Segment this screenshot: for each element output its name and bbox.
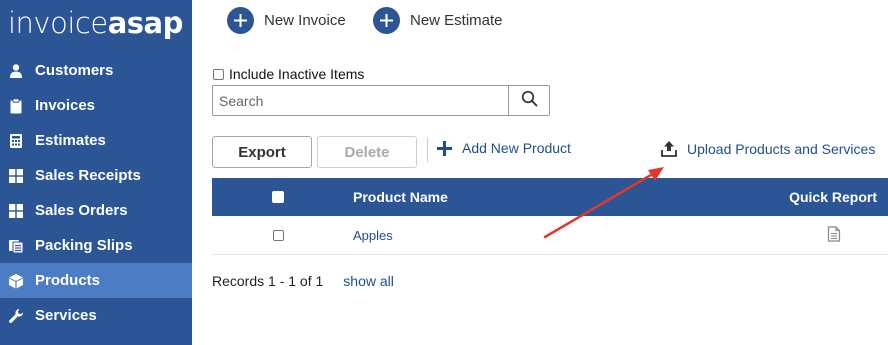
sidebar-item-label: Sales Receipts <box>35 167 141 184</box>
search-input[interactable] <box>213 86 508 115</box>
pagination: Records 1 - 1 of 1 show all <box>212 273 394 289</box>
upload-products-label: Upload Products and Services <box>687 140 876 157</box>
sidebar-item-label: Products <box>35 272 101 289</box>
sidebar-item-estimates[interactable]: Estimates <box>0 123 192 158</box>
include-inactive-checkbox[interactable] <box>213 68 224 80</box>
sidebar-item-packing-slips[interactable]: Packing Slips <box>0 228 192 263</box>
sidebar-item-label: Sales Orders <box>35 202 128 219</box>
row-checkbox-box <box>273 230 284 241</box>
grid-icon <box>8 168 24 184</box>
sidebar-item-sales-receipts[interactable]: Sales Receipts <box>0 158 192 193</box>
toolbar-divider <box>427 138 428 162</box>
app-logo[interactable]: invoiceasap <box>8 6 183 40</box>
sidebar-item-products[interactable]: Products <box>0 263 192 298</box>
column-header-quick-report: Quick Report <box>789 189 877 205</box>
include-inactive-toggle[interactable]: Include Inactive Items <box>213 66 364 82</box>
clipboard-icon <box>8 97 24 114</box>
quick-report-button[interactable] <box>827 216 841 255</box>
wrench-icon <box>8 308 24 324</box>
plus-icon <box>437 140 452 156</box>
include-inactive-label: Include Inactive Items <box>229 66 365 82</box>
sidebar-item-label: Customers <box>35 62 114 79</box>
sidebar: invoiceasap Customers Invoices Estimates… <box>0 0 192 345</box>
product-name-link[interactable]: Apples <box>353 216 393 255</box>
upload-products-button[interactable]: Upload Products and Services <box>661 140 875 157</box>
sidebar-item-label: Invoices <box>35 97 96 114</box>
logo-bold-text: asap <box>107 6 184 40</box>
delete-button[interactable]: Delete <box>317 136 417 168</box>
new-estimate-button[interactable]: New Estimate <box>373 6 503 34</box>
sidebar-item-sales-orders[interactable]: Sales Orders <box>0 193 192 228</box>
select-all-checkbox[interactable] <box>272 178 284 216</box>
packing-icon <box>8 238 24 254</box>
document-icon <box>827 226 841 245</box>
column-header-product-name[interactable]: Product Name <box>353 178 448 216</box>
user-icon <box>8 63 24 79</box>
new-invoice-label: New Invoice <box>264 11 346 29</box>
new-invoice-button[interactable]: New Invoice <box>227 6 346 34</box>
search-button[interactable] <box>508 86 549 115</box>
plus-circle-icon <box>227 6 254 34</box>
sidebar-nav: Customers Invoices Estimates Sales Recei… <box>0 53 192 333</box>
sidebar-item-invoices[interactable]: Invoices <box>0 88 192 123</box>
upload-icon <box>661 140 677 157</box>
search-icon <box>521 90 538 112</box>
logo-light-text: invoice <box>8 6 108 40</box>
new-estimate-label: New Estimate <box>410 11 503 29</box>
records-count: Records 1 - 1 of 1 <box>212 273 324 289</box>
sidebar-item-customers[interactable]: Customers <box>0 53 192 88</box>
sidebar-item-label: Services <box>35 307 97 324</box>
cube-icon <box>8 273 24 289</box>
grid-icon <box>8 203 24 219</box>
show-all-link[interactable]: show all <box>343 273 394 289</box>
sidebar-item-label: Packing Slips <box>35 237 133 254</box>
add-new-product-label: Add New Product <box>462 140 571 156</box>
row-select-checkbox[interactable] <box>273 216 284 255</box>
search-box <box>212 85 550 116</box>
select-all-checkbox-box <box>272 191 284 203</box>
sidebar-item-label: Estimates <box>35 132 106 149</box>
export-button[interactable]: Export <box>212 136 312 168</box>
annotation-arrow <box>543 167 664 239</box>
add-new-product-button[interactable]: Add New Product <box>437 140 571 156</box>
calculator-icon <box>8 133 24 149</box>
plus-circle-icon <box>373 6 400 34</box>
sidebar-item-services[interactable]: Services <box>0 298 192 333</box>
